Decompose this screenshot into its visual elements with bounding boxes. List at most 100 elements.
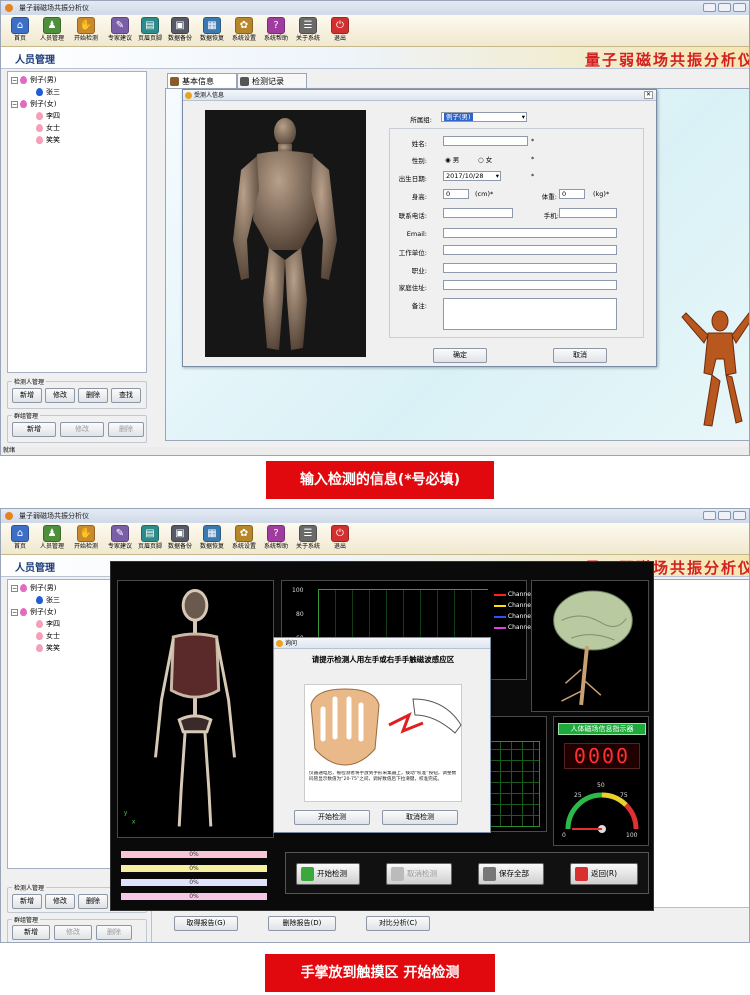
edit-person-button[interactable]: 修改	[45, 894, 75, 909]
weight-field[interactable]: 0	[559, 189, 585, 199]
axis-y-label: y	[124, 811, 128, 817]
maximize-button[interactable]	[718, 3, 731, 12]
birth-date-picker[interactable]: 2017/10/28 ▾	[443, 171, 501, 181]
tree-item-zhangsan[interactable]: 张三	[36, 87, 60, 97]
app-icon	[5, 4, 13, 12]
hand-icon: ✋	[77, 17, 95, 34]
notes-field[interactable]	[443, 298, 617, 330]
find-person-button[interactable]: 查找	[111, 388, 141, 403]
about-icon: ☰	[299, 525, 317, 542]
restore-icon: ▦	[203, 17, 221, 34]
name-label: 姓名:	[411, 140, 427, 148]
address-field[interactable]	[443, 280, 617, 290]
tree-item-female[interactable]: 女士	[36, 123, 60, 133]
tab-basic-info[interactable]: 基本信息	[167, 73, 237, 88]
toolbar-users-button[interactable]: ♟ 人员管理	[37, 524, 67, 554]
tree-item-female[interactable]: 笑笑	[36, 643, 60, 653]
address-label: 家庭住址:	[398, 284, 427, 292]
delete-group-button[interactable]: 删除	[108, 422, 144, 437]
minimize-button[interactable]	[703, 511, 716, 520]
home-icon: ⌂	[11, 525, 29, 542]
tree-item-zhangsan[interactable]: 张三	[36, 595, 60, 605]
cancel-button[interactable]: 取消	[553, 348, 607, 363]
start-detect-button[interactable]: 开始检测	[296, 863, 360, 885]
chevron-down-icon: ▾	[495, 172, 499, 180]
prompt-illustration: 仪器通电后，被检测者将手放到手形采集器上，拨动“校准”按钮，调整数码管显示数值为…	[304, 684, 462, 802]
get-report-button[interactable]: 取得报告(G)	[174, 916, 238, 931]
close-window-button[interactable]	[733, 511, 746, 520]
collapse-icon[interactable]: −	[11, 76, 18, 84]
delete-person-button[interactable]: 删除	[78, 388, 108, 403]
mobile-field[interactable]	[559, 208, 617, 218]
edit-group-button[interactable]: 修改	[60, 422, 104, 437]
collapse-icon[interactable]: −	[11, 100, 18, 108]
cancel-icon	[391, 867, 404, 881]
job-label: 职业:	[411, 267, 427, 275]
close-icon[interactable]: ✕	[644, 91, 653, 99]
toolbar-exit-button[interactable]: ⏻ 退出	[325, 16, 355, 46]
delete-person-button[interactable]: 删除	[78, 894, 108, 909]
tree-group-male[interactable]: − 例子(男)	[11, 75, 56, 85]
collapse-icon[interactable]: −	[11, 608, 18, 616]
work-field[interactable]	[443, 245, 617, 255]
tree-group-male[interactable]: − 例子(男)	[11, 583, 56, 593]
progress-bar: 0%	[121, 851, 267, 858]
add-person-button[interactable]: 新增	[12, 894, 42, 909]
chevron-down-icon: ▾	[521, 113, 525, 121]
toolbar-start-detect-button[interactable]: ✋ 开始检测	[71, 16, 101, 46]
minimize-button[interactable]	[703, 3, 716, 12]
axis-x-label: x	[132, 820, 136, 826]
phone-field[interactable]	[443, 208, 513, 218]
ok-button[interactable]: 确定	[433, 348, 487, 363]
tree-group-female[interactable]: − 例子(女)	[11, 607, 56, 617]
gender-radio-female[interactable]: ○ 女	[478, 154, 492, 164]
screenshot-person-info: 量子弱磁场共振分析仪 ⌂ 首页 ♟ 人员管理 ✋ 开始检测 ✎ 专家建议 ▤ 页眉页脚 ▣…	[0, 0, 750, 456]
cancel-detect-button[interactable]: 取消检测	[386, 863, 452, 885]
gender-label: 性别:	[411, 157, 427, 165]
delete-report-button[interactable]: 删除报告(D)	[268, 916, 336, 931]
email-field[interactable]	[443, 228, 617, 238]
tree-group-female[interactable]: − 例子(女)	[11, 99, 56, 109]
close-window-button[interactable]	[733, 3, 746, 12]
prompt-dialog: 询问 请提示检测人用左手或右手手触磁波感应区 仪器通电后，被检测者将手放到手形采…	[273, 637, 491, 833]
dialog-icon	[276, 640, 283, 647]
add-group-button[interactable]: 新增	[12, 925, 50, 940]
app-icon	[5, 512, 13, 520]
tree-item-female[interactable]: 李四	[36, 619, 60, 629]
edit-person-button[interactable]: 修改	[45, 388, 75, 403]
tree-item-female[interactable]: 李四	[36, 111, 60, 121]
group-label: 所属组:	[410, 116, 432, 124]
toolbar-users-button[interactable]: ♟ 人员管理	[37, 16, 67, 46]
female-person-icon	[36, 632, 43, 640]
toolbar-start-detect-button[interactable]: ✋ 开始检测	[71, 524, 101, 554]
name-field[interactable]	[443, 136, 528, 146]
gauge-label: 75	[620, 792, 628, 799]
header-footer-icon: ▤	[141, 17, 159, 34]
height-field[interactable]: 0	[443, 189, 469, 199]
collapse-icon[interactable]: −	[11, 584, 18, 592]
toolbar-exit-button[interactable]: ⏻ 退出	[325, 524, 355, 554]
group-management: 群组管理 新增 修改 删除	[7, 915, 147, 942]
compare-analysis-button[interactable]: 对比分析(C)	[366, 916, 430, 931]
edit-group-button[interactable]: 修改	[54, 925, 92, 940]
job-field[interactable]	[443, 263, 617, 273]
cancel-detect-confirm-button[interactable]: 取消检测	[382, 810, 458, 825]
group-select[interactable]: 例子(男) ▾	[441, 112, 527, 122]
maximize-button[interactable]	[718, 511, 731, 520]
main-toolbar: ⌂ 首页 ♟ 人员管理 ✋ 开始检测 ✎ 专家建议 ▤ 页眉页脚 ▣ 数据备份 ▦ 数据恢复 …	[1, 15, 749, 47]
tree-item-female[interactable]: 笑笑	[36, 135, 60, 145]
tree-item-female[interactable]: 女士	[36, 631, 60, 641]
add-group-button[interactable]: 新增	[12, 422, 56, 437]
exit-icon: ⏻	[331, 17, 349, 34]
add-person-button[interactable]: 新增	[12, 388, 42, 403]
save-all-button[interactable]: 保存全部	[478, 863, 544, 885]
start-detect-confirm-button[interactable]: 开始检测	[294, 810, 370, 825]
backup-icon: ▣	[171, 17, 189, 34]
delete-group-button[interactable]: 删除	[96, 925, 132, 940]
status-bar: 就绪	[1, 447, 749, 455]
gender-radio-male[interactable]: ◉ 男	[445, 154, 459, 164]
tab-records[interactable]: 检测记录	[237, 73, 307, 88]
back-button[interactable]: 返回(R)	[570, 863, 638, 885]
y-tick-label: 80	[296, 611, 304, 618]
control-bar: 开始检测 取消检测 保存全部 返回(R)	[285, 852, 649, 894]
